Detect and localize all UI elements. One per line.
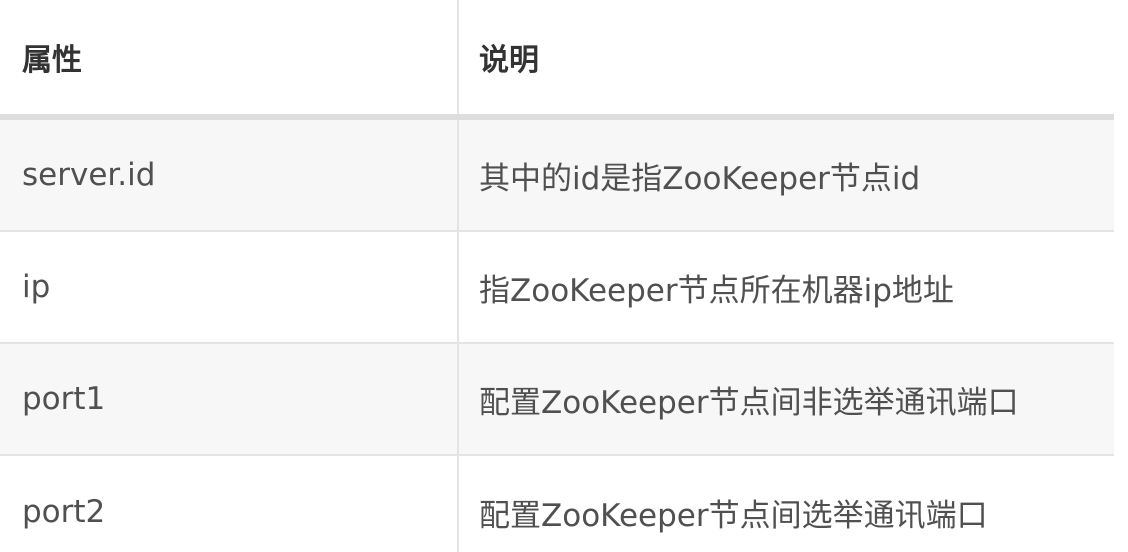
table-row: port1 配置ZooKeeper节点间非选举通讯端口 (0, 342, 1114, 455)
description-cell: 指ZooKeeper节点所在机器ip地址 (457, 230, 1114, 343)
property-cell: ip (0, 230, 458, 343)
description-cell: 配置ZooKeeper节点间选举通讯端口 (457, 454, 1114, 552)
table-header: 属性 说明 (0, 0, 1114, 120)
table-row: server.id 其中的id是指ZooKeeper节点id (0, 117, 1114, 231)
property-cell: port2 (0, 454, 458, 552)
table-body: server.id 其中的id是指ZooKeeper节点id ip 指ZooKe… (0, 117, 1114, 552)
config-table-container: 属性 说明 server.id 其中的id是指ZooKeeper节点id ip … (0, 0, 1114, 552)
column-header-property: 属性 (0, 0, 458, 120)
description-cell: 配置ZooKeeper节点间非选举通讯端口 (457, 342, 1114, 455)
property-cell: port1 (0, 342, 458, 455)
table-row: port2 配置ZooKeeper节点间选举通讯端口 (0, 454, 1114, 552)
config-table: 属性 说明 server.id 其中的id是指ZooKeeper节点id ip … (0, 0, 1114, 552)
property-cell: server.id (0, 117, 458, 231)
table-row: ip 指ZooKeeper节点所在机器ip地址 (0, 230, 1114, 343)
column-header-description: 说明 (457, 0, 1114, 120)
description-cell: 其中的id是指ZooKeeper节点id (457, 117, 1114, 231)
table-header-row: 属性 说明 (0, 0, 1114, 120)
